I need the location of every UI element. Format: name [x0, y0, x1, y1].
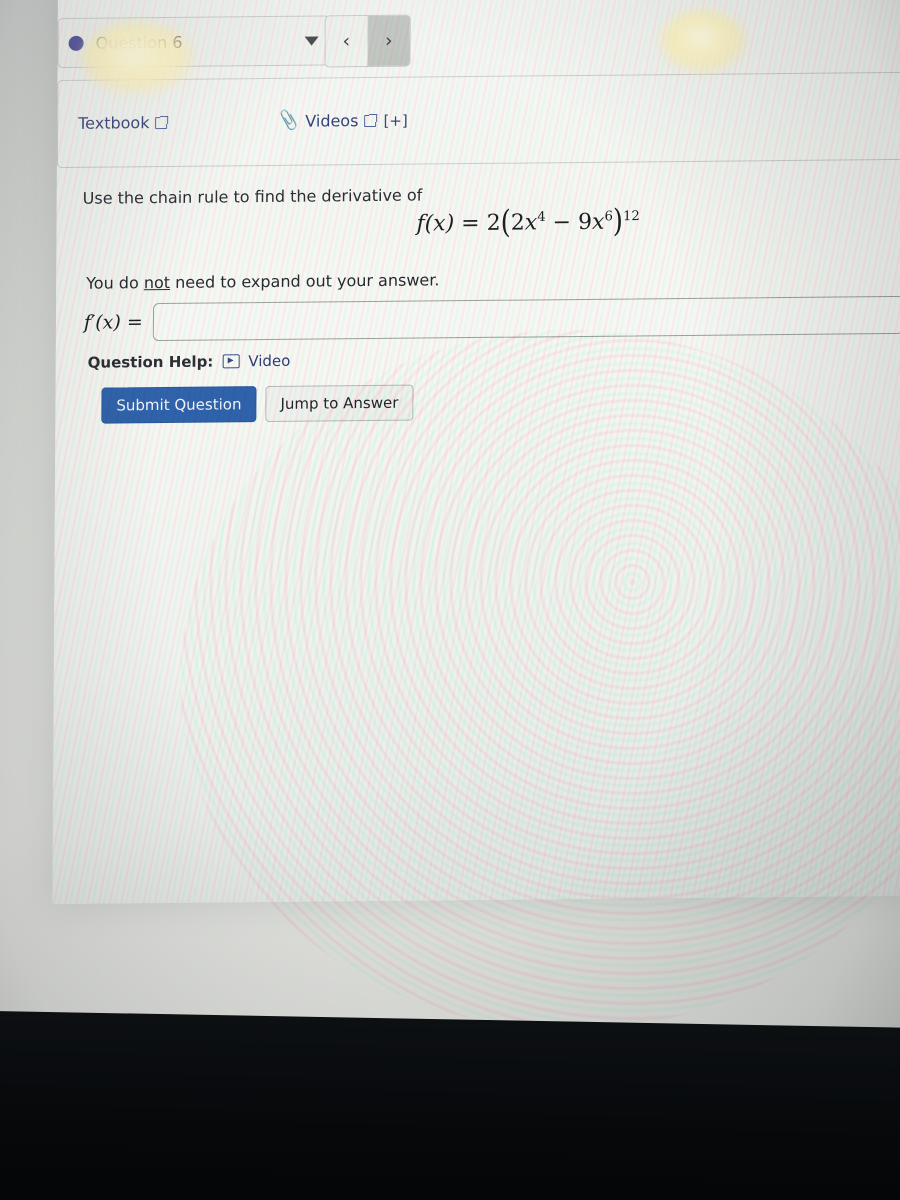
prev-next-button-group: ‹ › [324, 14, 411, 68]
question-help-row: Question Help: Video [88, 352, 291, 372]
answer-label: f′(x) = [83, 311, 143, 334]
formula-equals: = [461, 210, 480, 237]
note-emphasis: not [143, 272, 171, 293]
chevron-down-icon [304, 36, 319, 46]
external-link-icon [155, 116, 168, 129]
video-help-link[interactable]: Video [248, 352, 290, 370]
submit-question-button[interactable]: Submit Question [101, 386, 257, 424]
dark-foreground [0, 1010, 900, 1200]
previous-question-button[interactable]: ‹ [325, 16, 368, 67]
textbook-label: Textbook [78, 113, 150, 133]
note-text-before: You do [86, 273, 144, 293]
videos-label: Videos [305, 111, 359, 131]
formula-coefficient: 2 [486, 210, 501, 236]
assignment-page: Question 6 ‹ › Textbook 📎 Videos [+] Use… [52, 0, 900, 905]
formula-term2-exponent: 6 [604, 209, 613, 225]
formula-term1-coeff: 2 [510, 210, 525, 236]
question-prompt: Use the chain rule to find the derivativ… [82, 185, 423, 208]
textbook-link[interactable]: Textbook [78, 113, 168, 133]
question-navigation-bar: Question 6 ‹ › [57, 10, 900, 70]
videos-expand-toggle[interactable]: [+] [383, 111, 407, 129]
question-selector-dropdown[interactable]: Question 6 [57, 15, 330, 69]
question-note: You do not need to expand out your answe… [86, 270, 439, 292]
videos-link[interactable]: 📎 Videos [+] [276, 108, 408, 133]
question-help-label: Question Help: [87, 352, 214, 372]
paperclip-icon: 📎 [276, 108, 302, 133]
formula-term1-var: x [524, 210, 538, 236]
answer-input[interactable] [152, 295, 900, 342]
jump-to-answer-button[interactable]: Jump to Answer [265, 384, 414, 423]
photographed-laptop-screen: Question 6 ‹ › Textbook 📎 Videos [+] Use… [0, 0, 900, 1200]
action-button-row: Submit Question Jump to Answer [101, 384, 414, 424]
browser-viewport: Question 6 ‹ › Textbook 📎 Videos [+] Use… [52, 0, 900, 905]
play-video-icon[interactable] [222, 354, 240, 369]
resources-panel: Textbook 📎 Videos [+] [56, 71, 900, 169]
formula-open-paren: ( [500, 204, 511, 242]
formula-close-paren: ) [612, 203, 624, 240]
formula-lhs: f(x) [416, 211, 455, 237]
formula-term2-coeff: 9 [577, 209, 593, 235]
question-selector-label: Question 6 [95, 32, 183, 53]
formula-term2-var: x [591, 209, 605, 235]
formula-term1-exponent: 4 [537, 209, 546, 226]
external-link-icon [364, 114, 377, 127]
next-question-button[interactable]: › [366, 15, 410, 67]
question-status-dot [68, 35, 84, 51]
answer-row: f′(x) = [84, 294, 900, 344]
formula-outer-exponent: 12 [622, 209, 640, 225]
question-formula: f(x) = 2(2x4 − 9x6)12 [416, 203, 640, 242]
note-text-after: need to expand out your answer. [170, 270, 440, 292]
formula-operator: − [552, 210, 572, 236]
